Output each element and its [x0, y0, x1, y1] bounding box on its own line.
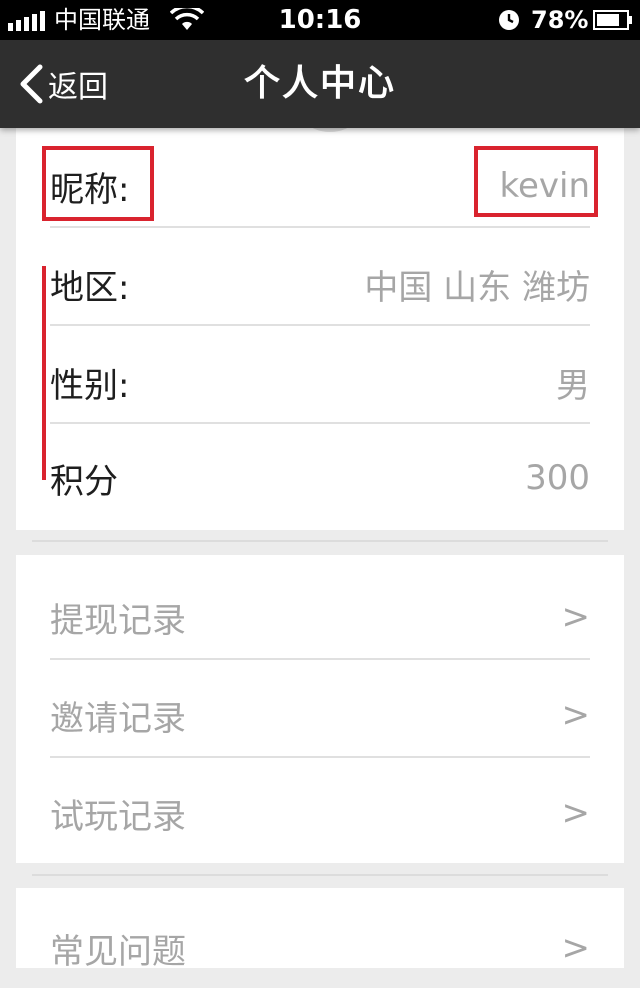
trial-records-label: 试玩记录 — [50, 796, 186, 837]
chevron-right-icon: > — [561, 793, 591, 833]
divider — [50, 422, 590, 424]
withdraw-records-item[interactable]: 提现记录 > — [50, 577, 590, 657]
gender-value: 男 — [556, 365, 590, 406]
faq-item[interactable]: 常见问题 > — [50, 908, 590, 988]
back-button[interactable]: 返回 — [18, 40, 108, 128]
annotation-line — [42, 266, 46, 480]
withdraw-records-label: 提现记录 — [50, 600, 186, 641]
region-row[interactable]: 地区: 中国 山东 潍坊 — [50, 244, 590, 324]
points-value: 300 — [525, 458, 590, 498]
gender-row[interactable]: 性别: 男 — [50, 342, 590, 422]
chevron-right-icon: > — [561, 597, 591, 637]
region-label: 地区: — [50, 267, 130, 308]
clock-icon — [499, 10, 519, 30]
region-value: 中国 山东 潍坊 — [364, 267, 590, 308]
trial-records-item[interactable]: 试玩记录 > — [50, 773, 590, 853]
annotation-box-nickname-value — [474, 146, 598, 217]
section-separator — [32, 540, 608, 542]
faq-label: 常见问题 — [50, 931, 186, 972]
chevron-left-icon — [20, 64, 43, 104]
battery-percent: 78% — [531, 6, 589, 34]
status-bar: 中国联通 10:16 78% — [0, 0, 640, 40]
back-label: 返回 — [48, 70, 108, 105]
chevron-right-icon: > — [561, 928, 591, 968]
chevron-right-icon: > — [561, 695, 591, 735]
section-separator — [32, 874, 608, 876]
annotation-box-nickname-label — [42, 146, 154, 221]
records-card: 提现记录 > 邀请记录 > 试玩记录 > — [16, 555, 624, 863]
invite-records-item[interactable]: 邀请记录 > — [50, 675, 590, 755]
divider — [50, 324, 590, 326]
invite-records-label: 邀请记录 — [50, 698, 186, 739]
faq-card: 常见问题 > — [16, 888, 624, 972]
divider — [50, 226, 590, 228]
gender-label: 性别: — [50, 365, 130, 406]
divider — [50, 756, 590, 758]
points-label: 积分 — [50, 461, 118, 502]
points-row: 积分 300 — [50, 438, 590, 518]
battery-icon — [593, 10, 632, 30]
divider — [50, 658, 590, 660]
nav-bar: 个人中心 返回 — [0, 40, 640, 128]
